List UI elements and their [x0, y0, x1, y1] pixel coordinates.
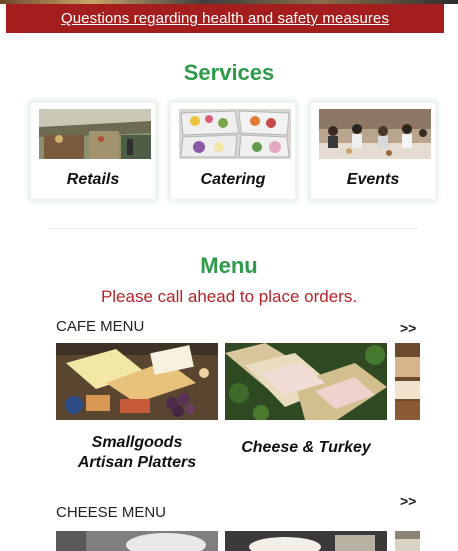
cheese-photo-3	[395, 531, 420, 551]
service-label-catering: Catering	[200, 171, 266, 188]
turkey-sandwich-photo	[225, 343, 387, 420]
cafe-item-turkey-label-line1: Cheese & Turkey	[241, 439, 371, 456]
cafe-item-partial-image[interactable]	[395, 343, 420, 420]
order-ahead-note: Please call ahead to place orders.	[100, 287, 358, 306]
partial-item-photo	[395, 343, 420, 420]
cheese-menu-more-button[interactable]: >>	[400, 493, 416, 509]
market-stall-photo	[39, 109, 151, 159]
cafe-menu-title: CAFE MENU	[56, 318, 145, 335]
cheese-item-2-image[interactable]	[225, 531, 387, 551]
cheese-photo-1	[56, 531, 218, 551]
event-guests-photo	[319, 109, 431, 159]
service-card-retails[interactable]: Retails	[29, 101, 157, 201]
cheese-menu-title: CHEESE MENU	[56, 504, 167, 521]
cheese-item-3-image[interactable]	[395, 531, 420, 551]
cheese-item-1-image[interactable]	[56, 531, 218, 551]
section-divider	[48, 228, 418, 229]
service-label-retails: Retails	[66, 171, 120, 188]
cafe-item-platters-label-line1: Smallgoods	[91, 434, 183, 451]
services-heading: Services	[183, 60, 275, 85]
service-card-events[interactable]: Events	[309, 101, 437, 201]
cafe-item-turkey-image[interactable]	[225, 343, 387, 420]
health-notice-bar: Questions regarding health and safety me…	[6, 4, 444, 33]
cafe-item-turkey-label[interactable]: Cheese & Turkey	[225, 438, 387, 458]
cheese-photo-2	[225, 531, 387, 551]
cafe-item-platters-label[interactable]: Smallgoods Artisan Platters	[56, 433, 218, 473]
catering-platter-photo	[179, 109, 291, 159]
cafe-item-platters-label-line2: Artisan Platters	[77, 454, 197, 471]
health-safety-link[interactable]: Questions regarding health and safety me…	[61, 10, 389, 27]
service-label-events: Events	[346, 171, 400, 188]
artisan-platter-photo	[56, 343, 218, 420]
cafe-item-platters-image[interactable]	[56, 343, 218, 420]
service-card-catering[interactable]: Catering	[169, 101, 297, 201]
menu-heading: Menu	[200, 253, 258, 278]
cafe-menu-more-button[interactable]: >>	[400, 320, 416, 336]
